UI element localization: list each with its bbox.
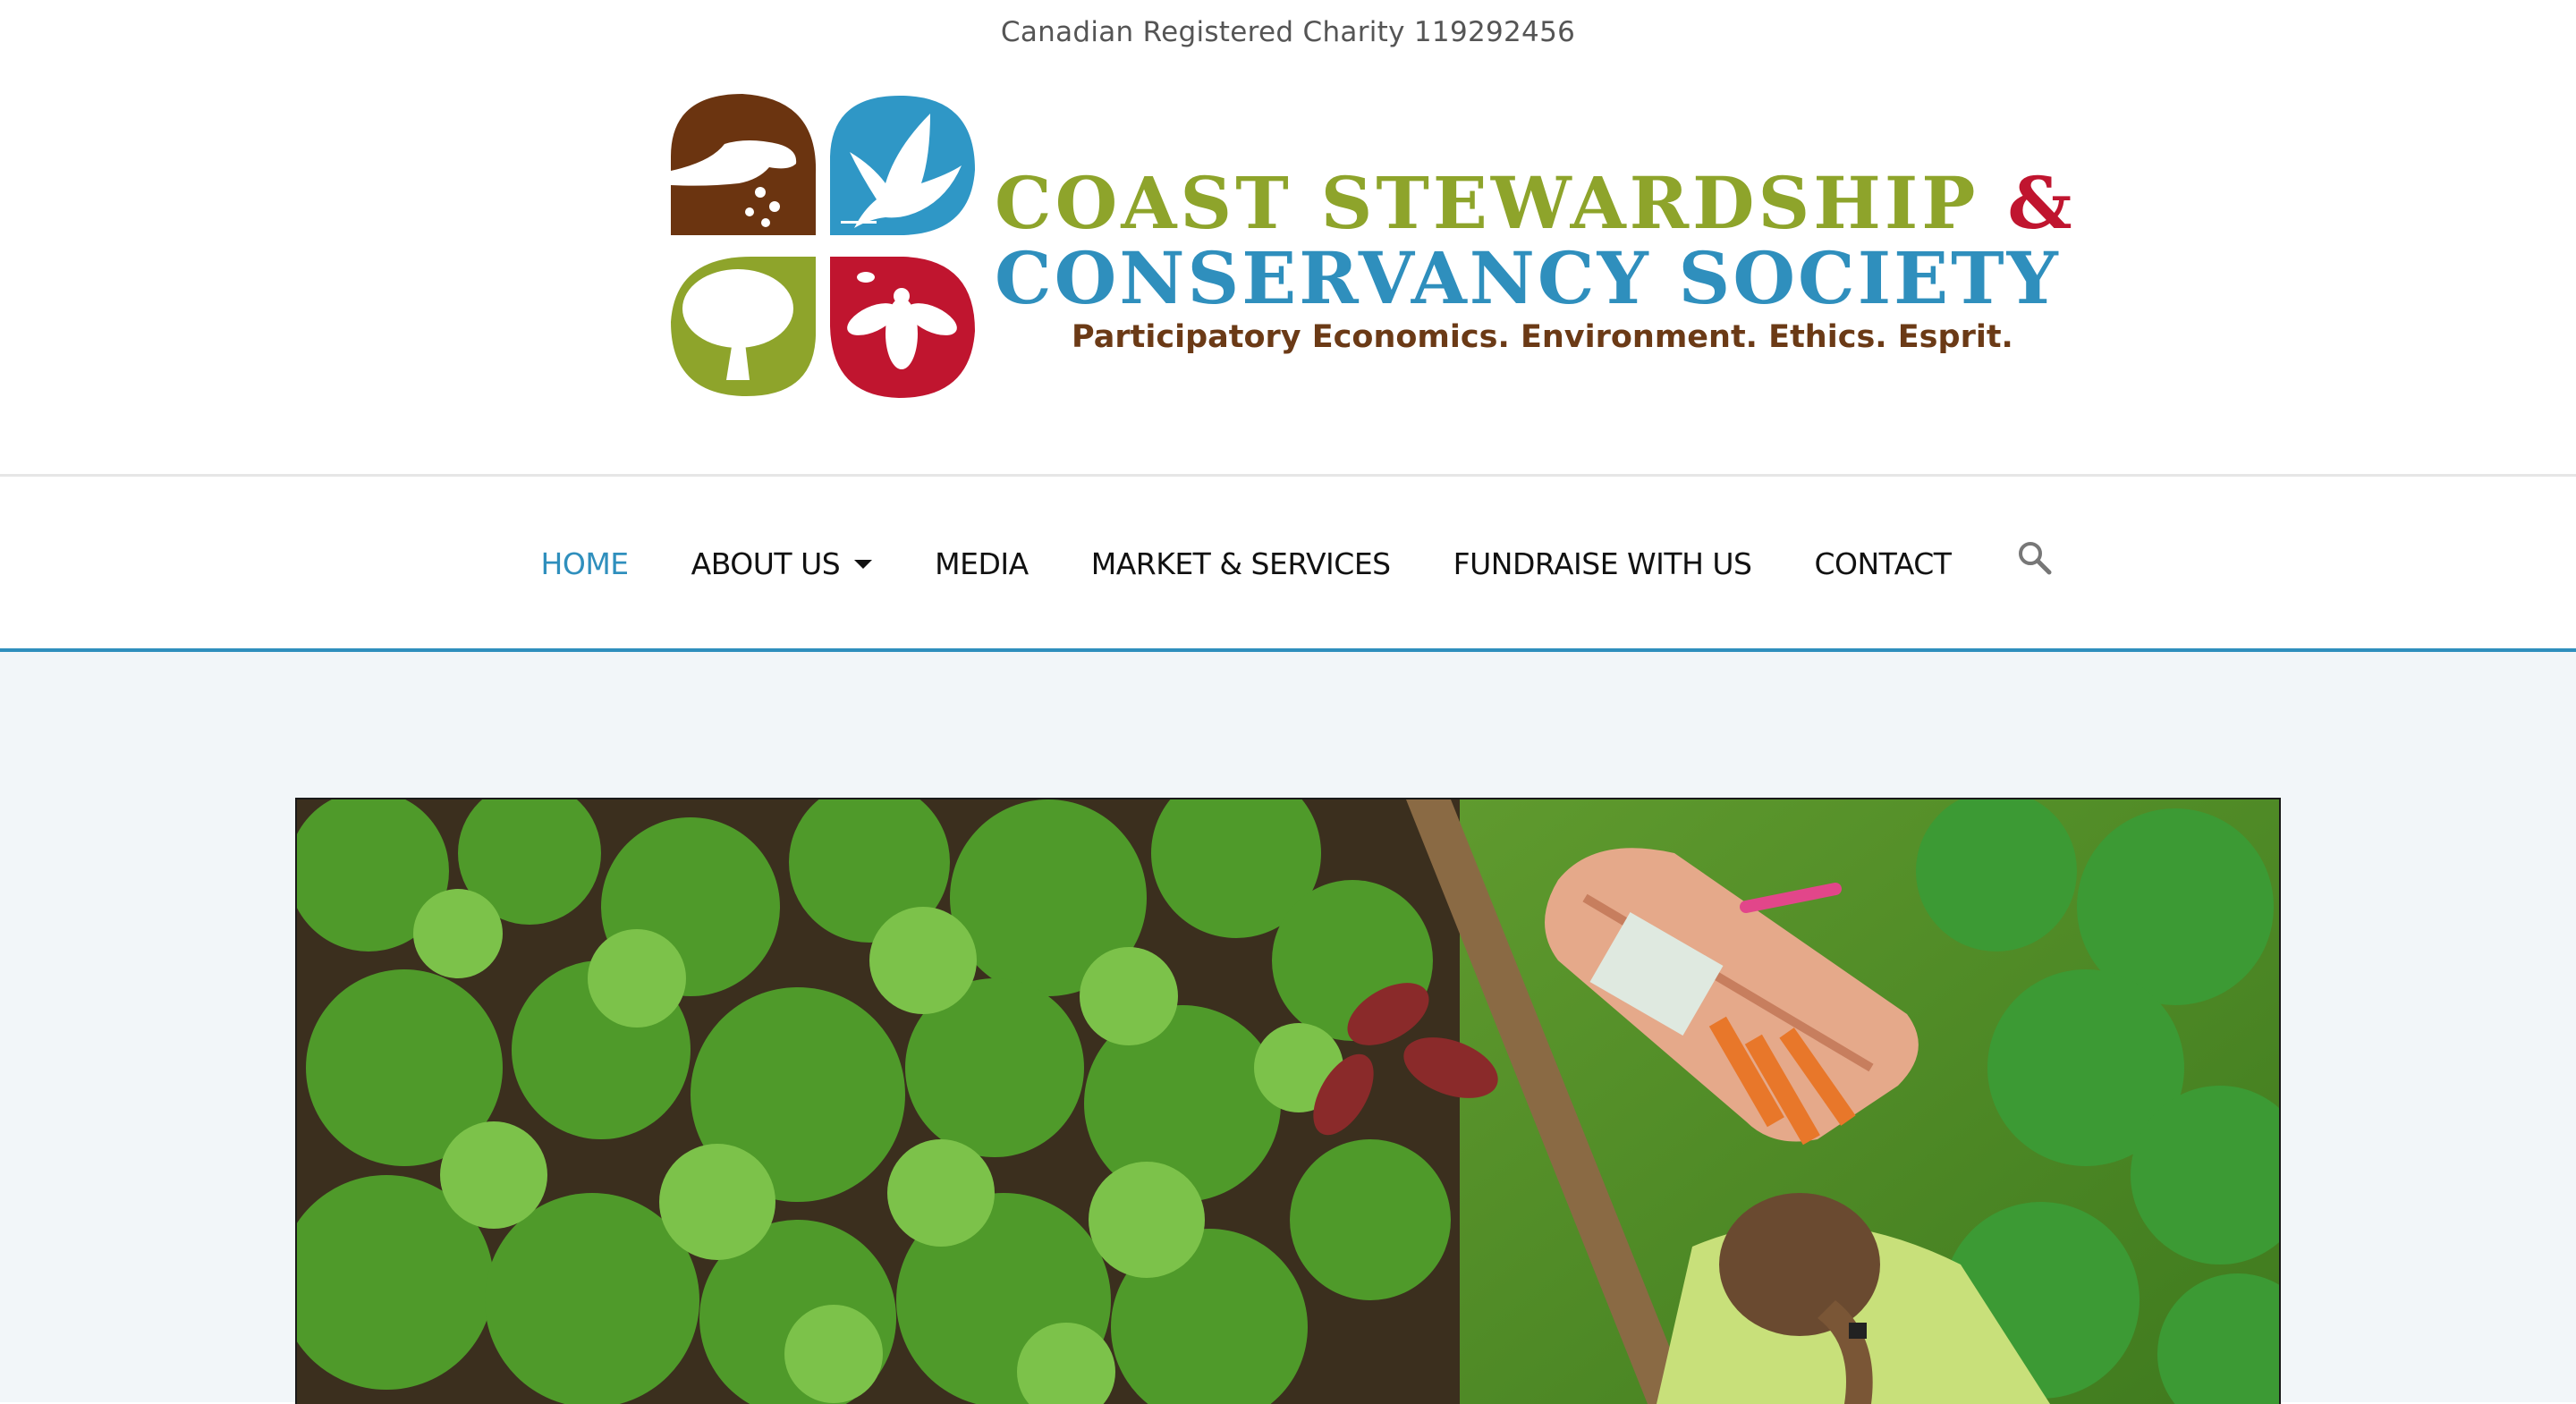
nav-item-market-services[interactable]: MARKET & SERVICES: [1091, 546, 1391, 581]
logo-line-2: CONSERVANCY SOCIETY: [995, 236, 2061, 320]
site-logo[interactable]: COAST STEWARDSHIP & CONSERVANCY SOCIETY …: [662, 85, 2072, 407]
search-icon[interactable]: [2017, 540, 2053, 580]
top-bar: Canadian Registered Charity 119292456: [0, 0, 2576, 64]
eagle-icon: [830, 95, 975, 236]
nav-item-contact[interactable]: CONTACT: [1814, 546, 1952, 581]
logo-emblem: [671, 94, 975, 398]
tree-icon: [671, 257, 816, 397]
garden-photo: [297, 799, 2279, 1404]
nav-item-fundraise[interactable]: FUNDRAISE WITH US: [1453, 546, 1752, 581]
main-nav: HOME ABOUT US MEDIA MARKET & SERVICES FU…: [0, 477, 2576, 651]
logo-ampersand: &: [2007, 161, 2076, 245]
logo-line-1-text: COAST STEWARDSHIP: [995, 161, 1979, 245]
bee-icon: [830, 257, 975, 398]
logo-tagline: Participatory Economics. Environment. Et…: [1072, 319, 2013, 355]
logo-wordmark: COAST STEWARDSHIP & CONSERVANCY SOCIETY …: [995, 165, 2076, 355]
hero-image: [295, 798, 2281, 1404]
chevron-down-icon: [854, 559, 873, 569]
charity-number: Canadian Registered Charity 119292456: [1000, 16, 1576, 48]
logo-line-1: COAST STEWARDSHIP &: [995, 165, 2076, 241]
nav-item-about-us-label: ABOUT US: [691, 546, 841, 581]
nav-item-about-us[interactable]: ABOUT US: [691, 546, 873, 581]
nav-item-media[interactable]: MEDIA: [935, 546, 1029, 581]
nav-item-home[interactable]: HOME: [541, 546, 630, 581]
hand-seeds-icon: [671, 94, 817, 235]
